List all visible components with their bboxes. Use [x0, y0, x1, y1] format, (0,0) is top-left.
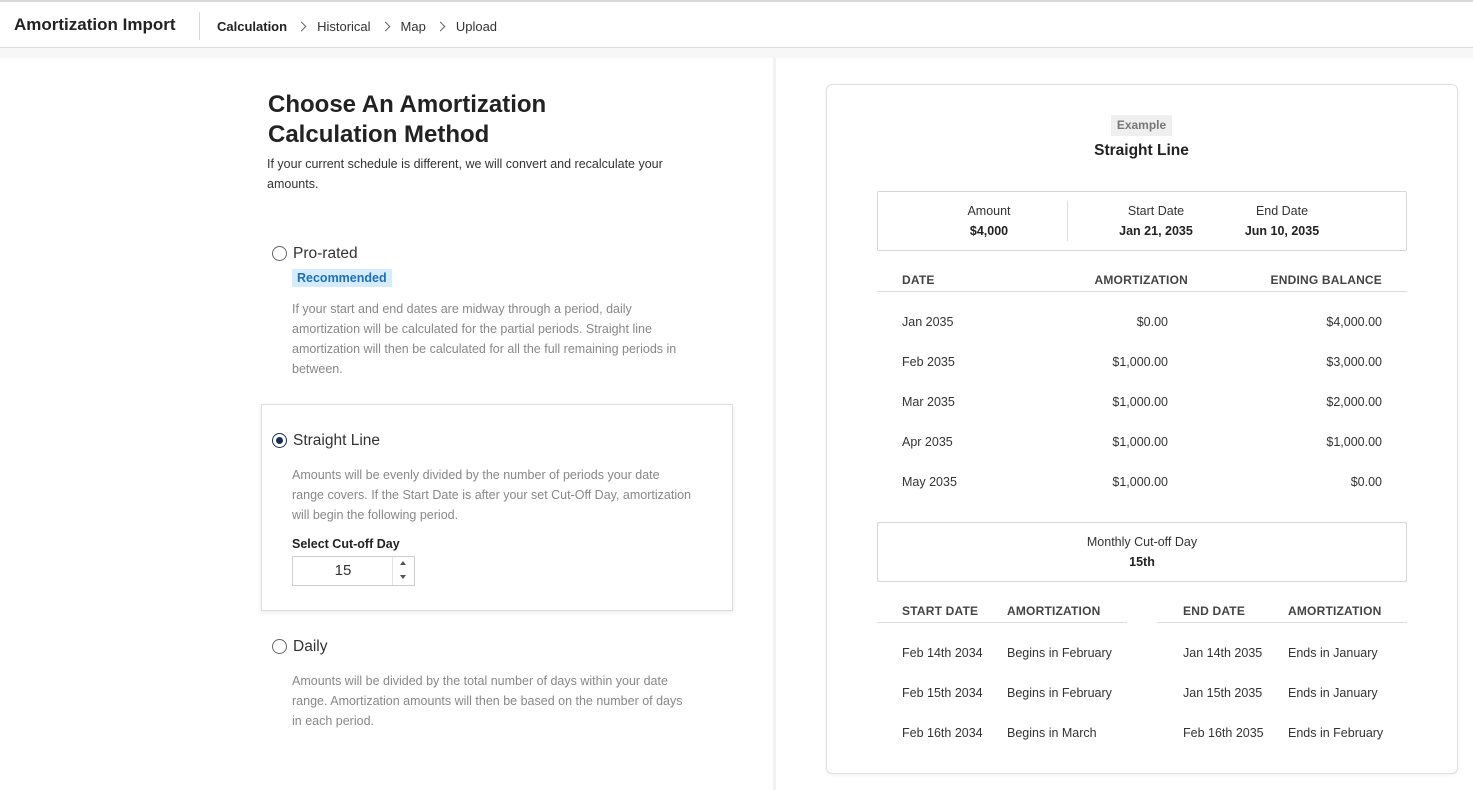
example-card: [826, 84, 1458, 774]
summary-box: [877, 191, 1407, 251]
daily-radio[interactable]: [272, 639, 287, 654]
increment-arrow-icon[interactable]: [393, 557, 414, 571]
col-header-amortization: AMORTIZATION: [1094, 273, 1188, 287]
end-header-rule: [1157, 622, 1407, 623]
prorated-radio[interactable]: [272, 246, 287, 261]
col-header-ending-balance: ENDING BALANCE: [1270, 273, 1382, 287]
chevron-right-icon: [435, 21, 446, 32]
row-date: Apr 2035: [902, 435, 953, 449]
row-date: Feb 2035: [902, 355, 955, 369]
top-bar: Amortization Import Calculation Historic…: [0, 0, 1473, 48]
row-balance: $2,000.00: [1326, 395, 1382, 409]
start-date-label: Start Date: [1127, 204, 1185, 218]
recommended-badge: Recommended: [292, 269, 392, 287]
row-amortization: $1,000.00: [1112, 475, 1168, 489]
end-amortization-cell: Ends in January: [1288, 646, 1378, 660]
end-amortization-cell: Ends in January: [1288, 686, 1378, 700]
col-header-start-amortization: AMORTIZATION: [1007, 604, 1101, 618]
straight-line-radio[interactable]: [272, 433, 287, 448]
cutoff-day-stepper[interactable]: 15: [292, 556, 415, 586]
row-amortization: $0.00: [1136, 315, 1168, 329]
cutoff-day-input[interactable]: 15: [293, 557, 393, 585]
breadcrumb: Calculation Historical Map Upload: [217, 19, 497, 34]
row-date: Mar 2035: [902, 395, 955, 409]
row-balance: $3,000.00: [1326, 355, 1382, 369]
col-header-start-date: START DATE: [902, 604, 979, 618]
prorated-description: If your start and end dates are midway t…: [292, 302, 677, 376]
straight-line-description: Amounts will be evenly divided by the nu…: [292, 468, 692, 522]
chevron-right-icon: [380, 21, 390, 32]
cutoff-summary-label: Monthly Cut-off Day: [1086, 535, 1198, 549]
start-amortization-cell: Begins in March: [1007, 726, 1097, 740]
start-date-cell: Feb 14th 2034: [902, 646, 983, 660]
start-date-cell: Feb 16th 2034: [902, 726, 983, 740]
schedule-header-rule: [877, 291, 1407, 292]
row-balance: $0.00: [1350, 475, 1382, 489]
row-amortization: $1,000.00: [1112, 355, 1168, 369]
row-amortization: $1,000.00: [1112, 435, 1168, 449]
straight-line-label[interactable]: Straight Line: [293, 432, 380, 450]
breadcrumb-historical[interactable]: Historical: [317, 19, 370, 34]
content-top-strip: [0, 48, 1473, 58]
page-subtitle: If your current schedule is different, w…: [267, 157, 663, 191]
cutoff-summary-value: 15th: [1129, 555, 1155, 569]
example-tag: Example: [1111, 115, 1172, 136]
end-date-cell: Jan 14th 2035: [1183, 646, 1263, 660]
row-amortization: $1,000.00: [1112, 395, 1168, 409]
amount-label: Amount: [967, 204, 1011, 218]
start-date-cell: Feb 15th 2034: [902, 686, 983, 700]
stepper-buttons: [392, 557, 414, 585]
page-title: Choose An Amortization Calculation Metho…: [268, 91, 547, 148]
end-date-value: Jun 10, 2035: [1244, 224, 1320, 238]
end-date-cell: Jan 15th 2035: [1183, 686, 1263, 700]
example-title: Straight Line: [1094, 142, 1189, 159]
cutoff-day-label: Select Cut-off Day: [292, 537, 400, 551]
title-divider: [199, 12, 200, 40]
breadcrumb-map[interactable]: Map: [401, 19, 426, 34]
app-title: Amortization Import: [14, 15, 176, 34]
col-header-end-amortization: AMORTIZATION: [1288, 604, 1382, 618]
row-balance: $1,000.00: [1326, 435, 1382, 449]
breadcrumb-upload[interactable]: Upload: [456, 19, 497, 34]
cutoff-summary-box: [877, 522, 1407, 582]
decrement-arrow-icon[interactable]: [393, 571, 414, 585]
end-amortization-cell: Ends in February: [1288, 726, 1384, 740]
pane-divider: [773, 58, 776, 790]
start-amortization-cell: Begins in February: [1007, 646, 1112, 660]
row-date: Jan 2035: [902, 315, 954, 329]
end-date-cell: Feb 16th 2035: [1183, 726, 1264, 740]
amount-value: $4,000: [969, 224, 1009, 238]
start-date-value: Jan 21, 2035: [1119, 224, 1193, 238]
start-header-rule: [877, 622, 1127, 623]
row-balance: $4,000.00: [1326, 315, 1382, 329]
start-amortization-cell: Begins in February: [1007, 686, 1112, 700]
prorated-label[interactable]: Pro-rated: [293, 245, 358, 263]
daily-description: Amounts will be divided by the total num…: [292, 674, 683, 728]
col-header-end-date: END DATE: [1183, 604, 1246, 618]
breadcrumb-calculation[interactable]: Calculation: [217, 19, 287, 34]
end-date-label: End Date: [1255, 204, 1309, 218]
col-header-date: DATE: [902, 273, 935, 287]
summary-divider: [1067, 201, 1068, 241]
row-date: May 2035: [902, 475, 957, 489]
chevron-right-icon: [296, 21, 307, 32]
daily-label[interactable]: Daily: [293, 638, 327, 656]
